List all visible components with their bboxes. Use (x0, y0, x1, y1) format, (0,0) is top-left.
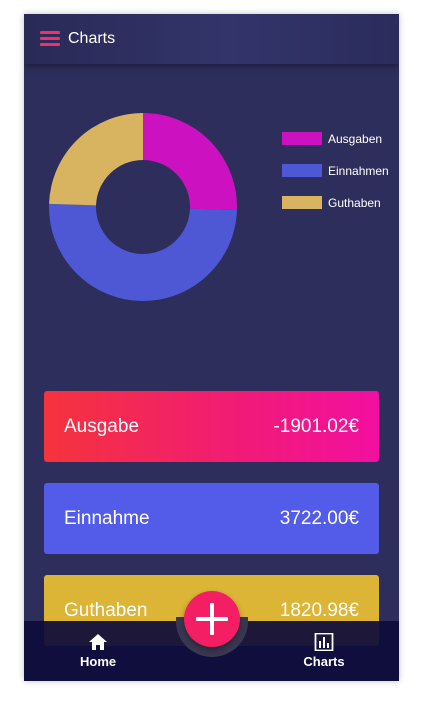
card-label: Ausgabe (64, 416, 140, 437)
add-button[interactable] (184, 591, 240, 647)
nav-label: Charts (303, 654, 345, 669)
card-value: -1901.02€ (273, 416, 359, 437)
legend-item-ausgaben: Ausgaben (282, 131, 383, 146)
card-ausgabe[interactable]: Ausgabe -1901.02€ (44, 391, 379, 462)
legend-swatch (282, 132, 322, 145)
legend-swatch (282, 164, 322, 177)
legend-label: Ausgaben (328, 131, 383, 146)
legend-swatch (282, 196, 322, 209)
donut-slice-guthaben (49, 113, 144, 206)
app-screen: Charts Ausgaben Einnahmen Guthaben Ausga… (24, 14, 399, 681)
card-label: Guthaben (64, 600, 148, 621)
app-bar: Charts (24, 14, 399, 64)
nav-label: Home (80, 654, 117, 669)
page-title: Charts (68, 30, 116, 47)
donut-slice-einnahmen (49, 203, 237, 301)
card-einnahme[interactable]: Einnahme 3722.00€ (44, 483, 379, 554)
legend-item-guthaben: Guthaben (282, 195, 381, 210)
donut-slice-ausgaben (143, 113, 237, 211)
nav-home[interactable]: Home (80, 633, 116, 671)
legend-label: Guthaben (328, 195, 381, 210)
card-value: 1820.98€ (279, 600, 359, 621)
card-label: Einnahme (64, 508, 150, 529)
nav-charts[interactable]: Charts (302, 633, 346, 671)
bar-chart-icon (314, 633, 334, 651)
hamburger-menu-icon[interactable] (40, 31, 60, 47)
legend-label: Einnahmen (328, 163, 389, 178)
donut-chart (49, 113, 237, 301)
home-icon (89, 634, 107, 650)
legend-item-einnahmen: Einnahmen (282, 163, 389, 178)
card-value: 3722.00€ (279, 508, 359, 529)
